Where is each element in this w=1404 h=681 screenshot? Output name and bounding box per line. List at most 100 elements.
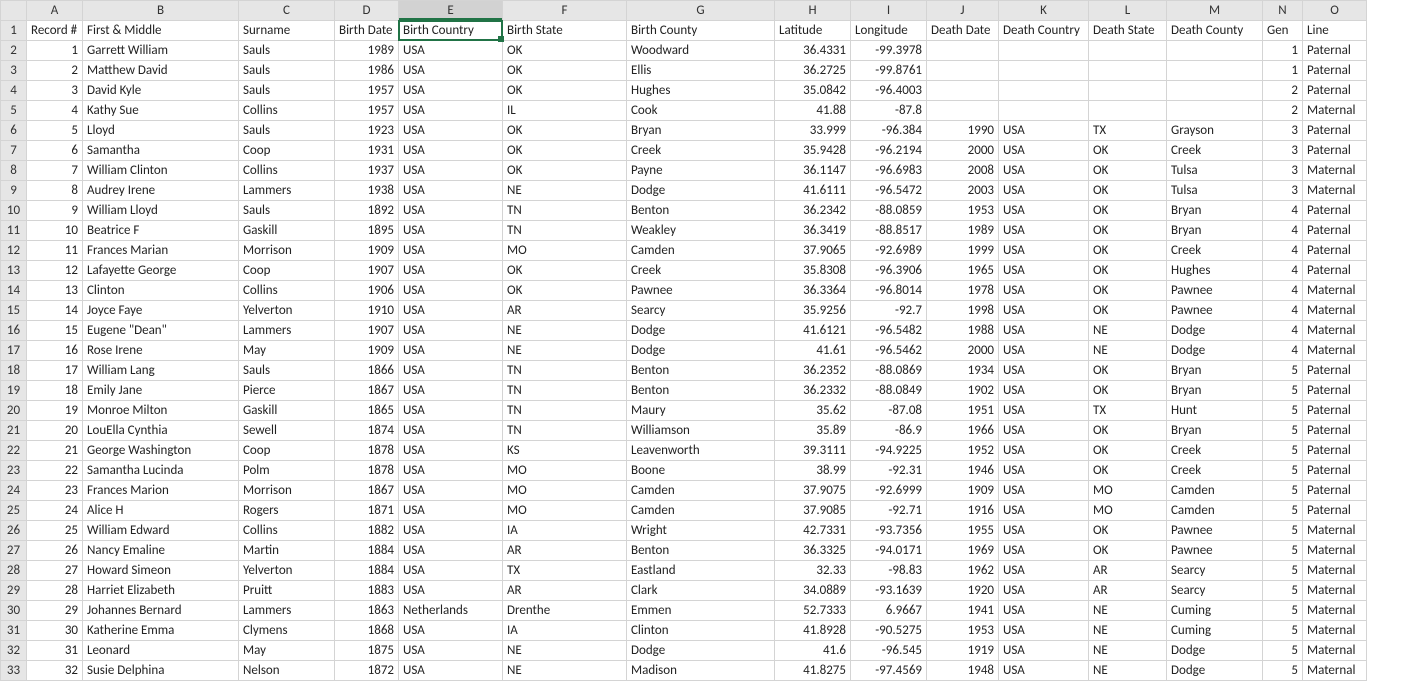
cell[interactable]: Lammers: [239, 601, 335, 621]
cell[interactable]: USA: [399, 401, 503, 421]
cell[interactable]: Paternal: [1303, 461, 1367, 481]
cell[interactable]: Paternal: [1303, 361, 1367, 381]
cell[interactable]: Gaskill: [239, 221, 335, 241]
cell[interactable]: Maternal: [1303, 341, 1367, 361]
cell[interactable]: USA: [999, 641, 1089, 661]
cell[interactable]: Maternal: [1303, 521, 1367, 541]
cell[interactable]: USA: [999, 441, 1089, 461]
row-header[interactable]: 25: [1, 501, 27, 521]
row-header[interactable]: 12: [1, 241, 27, 261]
cell[interactable]: AR: [1089, 581, 1167, 601]
cell[interactable]: 31: [27, 641, 83, 661]
cell[interactable]: [1089, 81, 1167, 101]
table-row[interactable]: 1413ClintonCollins1906USAOKPawnee36.3364…: [1, 281, 1367, 301]
cell[interactable]: Maternal: [1303, 561, 1367, 581]
cell[interactable]: 1962: [927, 561, 999, 581]
cell[interactable]: USA: [399, 221, 503, 241]
cell[interactable]: 4: [1263, 261, 1303, 281]
cell[interactable]: TN: [503, 401, 627, 421]
cell[interactable]: USA: [999, 121, 1089, 141]
cell[interactable]: -96.8014: [851, 281, 927, 301]
cell[interactable]: 21: [27, 441, 83, 461]
cell[interactable]: USA: [399, 321, 503, 341]
cell[interactable]: Collins: [239, 281, 335, 301]
cell[interactable]: Drenthe: [503, 601, 627, 621]
cell[interactable]: [999, 81, 1089, 101]
cell[interactable]: -94.0171: [851, 541, 927, 561]
cell[interactable]: 32.33: [775, 561, 851, 581]
row-header[interactable]: 13: [1, 261, 27, 281]
col-header-D[interactable]: D: [335, 1, 399, 21]
cell[interactable]: Dodge: [627, 641, 775, 661]
cell[interactable]: 41.8928: [775, 621, 851, 641]
cell[interactable]: 23: [27, 481, 83, 501]
cell[interactable]: OK: [503, 61, 627, 81]
cell[interactable]: 28: [27, 581, 83, 601]
cell[interactable]: [927, 41, 999, 61]
header-cell[interactable]: Death Date: [927, 21, 999, 41]
cell[interactable]: MO: [1089, 501, 1167, 521]
cell[interactable]: -97.4569: [851, 661, 927, 681]
cell[interactable]: 1884: [335, 561, 399, 581]
cell[interactable]: 41.88: [775, 101, 851, 121]
cell[interactable]: NE: [1089, 321, 1167, 341]
cell[interactable]: 17: [27, 361, 83, 381]
cell[interactable]: 4: [1263, 201, 1303, 221]
cell[interactable]: OK: [1089, 261, 1167, 281]
cell[interactable]: OK: [1089, 181, 1167, 201]
cell[interactable]: USA: [399, 461, 503, 481]
row-header[interactable]: 14: [1, 281, 27, 301]
cell[interactable]: USA: [999, 541, 1089, 561]
cell[interactable]: 1: [1263, 61, 1303, 81]
table-row[interactable]: 2019Monroe MiltonGaskill1865USATNMaury35…: [1, 401, 1367, 421]
cell[interactable]: 1978: [927, 281, 999, 301]
cell[interactable]: Coop: [239, 261, 335, 281]
cell[interactable]: Dodge: [627, 181, 775, 201]
cell[interactable]: Benton: [627, 381, 775, 401]
cell[interactable]: Dodge: [1167, 641, 1263, 661]
cell[interactable]: USA: [999, 421, 1089, 441]
cell[interactable]: Maternal: [1303, 621, 1367, 641]
cell[interactable]: 37.9075: [775, 481, 851, 501]
row-header[interactable]: 27: [1, 541, 27, 561]
cell[interactable]: 1957: [335, 81, 399, 101]
cell[interactable]: Paternal: [1303, 61, 1367, 81]
cell[interactable]: [1167, 61, 1263, 81]
cell[interactable]: -96.4003: [851, 81, 927, 101]
cell[interactable]: Clymens: [239, 621, 335, 641]
cell[interactable]: Rose Irene: [83, 341, 239, 361]
cell[interactable]: USA: [399, 661, 503, 681]
cell[interactable]: Pawnee: [1167, 301, 1263, 321]
cell[interactable]: USA: [999, 661, 1089, 681]
cell[interactable]: 1951: [927, 401, 999, 421]
cell[interactable]: USA: [399, 381, 503, 401]
col-header-N[interactable]: N: [1263, 1, 1303, 21]
column-header-row[interactable]: ABCDEFGHIJKLMNO: [1, 1, 1367, 21]
col-header-K[interactable]: K: [999, 1, 1089, 21]
cell[interactable]: -96.5472: [851, 181, 927, 201]
cell[interactable]: 4: [27, 101, 83, 121]
spreadsheet-grid[interactable]: ABCDEFGHIJKLMNO 1Record #First & MiddleS…: [0, 0, 1404, 681]
cell[interactable]: 32: [27, 661, 83, 681]
cell[interactable]: 1937: [335, 161, 399, 181]
cell[interactable]: Polm: [239, 461, 335, 481]
cell[interactable]: Sauls: [239, 61, 335, 81]
cell[interactable]: Cuming: [1167, 601, 1263, 621]
cell[interactable]: Tulsa: [1167, 181, 1263, 201]
cell[interactable]: USA: [999, 621, 1089, 641]
cell[interactable]: 5: [1263, 581, 1303, 601]
cell[interactable]: USA: [999, 521, 1089, 541]
cell[interactable]: OK: [1089, 461, 1167, 481]
cell[interactable]: Matthew David: [83, 61, 239, 81]
row-header[interactable]: 2: [1, 41, 27, 61]
cell[interactable]: -94.9225: [851, 441, 927, 461]
cell[interactable]: 19: [27, 401, 83, 421]
cell[interactable]: Bryan: [1167, 421, 1263, 441]
table-row[interactable]: 2423Frances MarionMorrison1867USAMOCamde…: [1, 481, 1367, 501]
cell[interactable]: 2: [1263, 81, 1303, 101]
cell[interactable]: 38.99: [775, 461, 851, 481]
table-row[interactable]: 1110Beatrice FGaskill1895USATNWeakley36.…: [1, 221, 1367, 241]
col-header-F[interactable]: F: [503, 1, 627, 21]
cell[interactable]: May: [239, 641, 335, 661]
cell[interactable]: 1998: [927, 301, 999, 321]
